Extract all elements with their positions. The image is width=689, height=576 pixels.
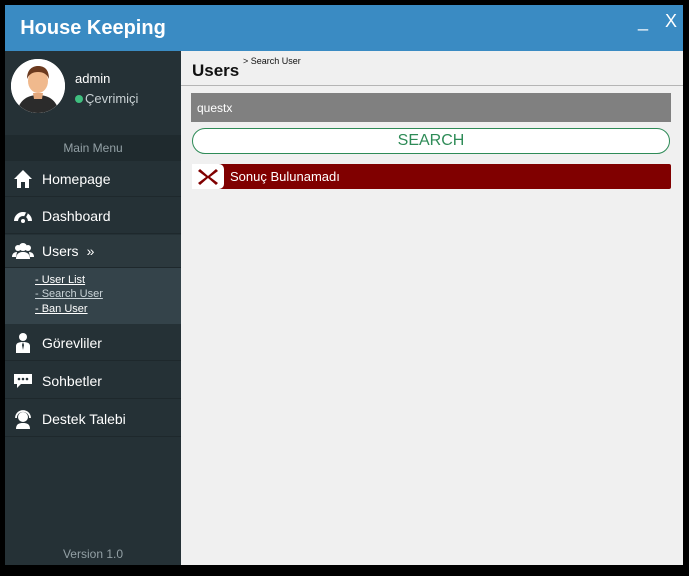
minimize-button[interactable]: _ [633,11,653,31]
version-label: Version 1.0 [62,547,124,561]
sidebar-item-users[interactable]: Users » [5,235,181,268]
staff-icon [12,332,34,354]
sidebar: House Keeping admin Çevrimiçi Main Menu [5,5,181,565]
users-icon [12,240,34,262]
sidebar-item-label: Destek Talebi [42,410,126,427]
username: admin [75,71,111,86]
no-results-message: Sonuç Bulunamadı [230,169,340,184]
search-button[interactable]: SEARCH [192,128,670,154]
sidebar-item-label: Homepage [42,170,111,187]
online-status: Çevrimiçi [75,91,138,106]
sidebar-item-sohbetler[interactable]: Sohbetler [5,363,181,399]
user-profile: admin Çevrimiçi [5,51,181,135]
page-title: Users [192,61,240,80]
no-results-alert: Sonuç Bulunamadı [192,164,671,189]
submenu-user-list[interactable]: - User List [35,274,85,286]
app-window: _ X House Keeping admin Çevrimiçi Main M… [5,5,683,565]
main-menu-header: Main Menu [5,135,181,161]
sidebar-item-gorevliler[interactable]: Görevliler [5,325,181,361]
page-header: Users > Search User [181,51,683,86]
support-icon [12,408,34,430]
app-title: House Keeping [5,5,181,51]
online-dot-icon [75,94,83,103]
sidebar-item-dashboard[interactable]: Dashboard [5,198,181,234]
search-input[interactable] [191,93,671,122]
sidebar-item-destek-talebi[interactable]: Destek Talebi [5,401,181,437]
user-avatar-icon [11,59,65,113]
users-submenu: - User List - Search User - Ban User [5,268,181,324]
sidebar-item-label: Görevliler [42,334,102,351]
sidebar-item-label: Dashboard [42,207,111,224]
sidebar-item-label: Users [42,243,79,259]
expand-chevron-icon: » [86,243,95,259]
title-bar: _ X [181,5,683,51]
sidebar-item-homepage[interactable]: Homepage [5,161,181,197]
home-icon [12,168,34,190]
chat-icon [12,370,34,392]
dashboard-icon [12,205,34,227]
submenu-ban-user[interactable]: - Ban User [35,303,88,315]
close-button[interactable]: X [661,11,681,31]
submenu-search-user[interactable]: - Search User [35,288,103,300]
sidebar-item-label: Sohbetler [42,372,102,389]
status-label: Çevrimiçi [85,91,139,106]
breadcrumb: > Search User [243,56,301,66]
error-x-icon [192,164,224,189]
avatar [11,59,65,113]
